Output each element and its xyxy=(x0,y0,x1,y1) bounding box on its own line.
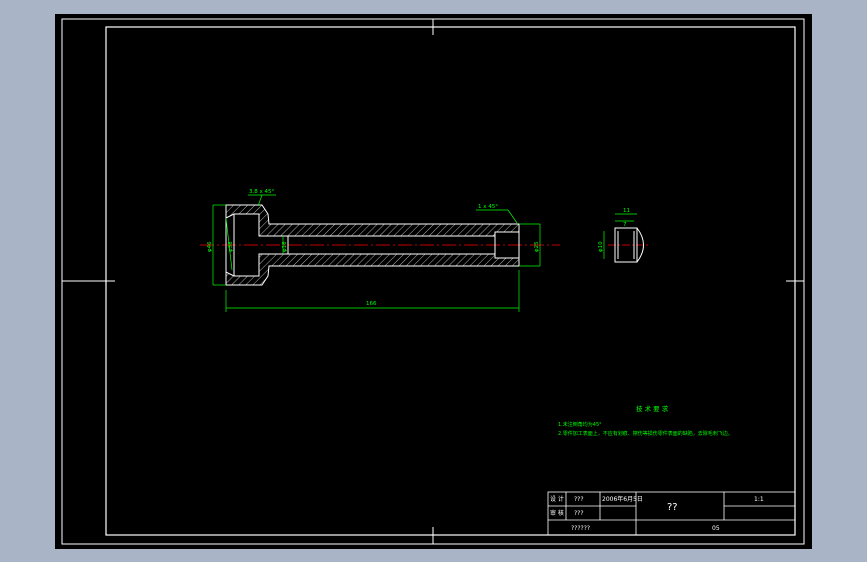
reviewer-name: ??? xyxy=(574,510,584,517)
side-top-label: 11 xyxy=(623,208,630,214)
lower-wall xyxy=(225,253,520,286)
technical-notes: 技 术 要 求 1.未注倒角均为45° 2.零件加工表面上，不应有划痕、擦伤等损… xyxy=(558,404,733,437)
scale-value: 1:1 xyxy=(754,496,764,503)
dia-head-inner-label: φ38 xyxy=(228,241,234,252)
cad-drawing: 3.8 x 45° 1 x 45° φ46 φ38 φ18 φ25 166 11… xyxy=(61,18,805,545)
drawing-frame xyxy=(61,18,805,545)
side-mid-label: 7 xyxy=(623,222,627,228)
dimension-labels: 3.8 x 45° 1 x 45° φ46 φ38 φ18 φ25 166 11… xyxy=(207,189,630,307)
notes-title: 技 术 要 求 xyxy=(636,404,669,413)
notes-line-2: 2.零件加工表面上，不应有划痕、擦伤等损伤零件表面的缺陷，去除毛刺飞边。 xyxy=(558,430,733,437)
designer-label: 设 计 xyxy=(550,495,564,503)
chamfer-head-label: 3.8 x 45° xyxy=(249,189,274,195)
upper-wall xyxy=(225,204,520,237)
side-dia-label: φ10 xyxy=(598,241,604,252)
chamfer-end-label: 1 x 45° xyxy=(478,204,498,210)
dia-shaft-label: φ18 xyxy=(282,241,288,252)
design-date: 2006年6月5日 xyxy=(602,495,643,503)
school-name: ?????? xyxy=(571,525,590,532)
notes-line-1: 1.未注倒角均为45° xyxy=(558,421,602,428)
part-name: ?? xyxy=(667,502,678,513)
designer-name: ??? xyxy=(574,496,584,503)
title-block-text: 设 计 ??? 2006年6月5日 审 核 ??? ?? 1:1 ?????? … xyxy=(550,495,764,532)
overall-length-label: 166 xyxy=(366,301,377,307)
reviewer-label: 审 核 xyxy=(550,509,564,517)
dia-head-outer-label: φ46 xyxy=(207,241,213,252)
dia-bore-label: φ25 xyxy=(534,241,540,252)
drawing-number: 05 xyxy=(712,525,720,532)
